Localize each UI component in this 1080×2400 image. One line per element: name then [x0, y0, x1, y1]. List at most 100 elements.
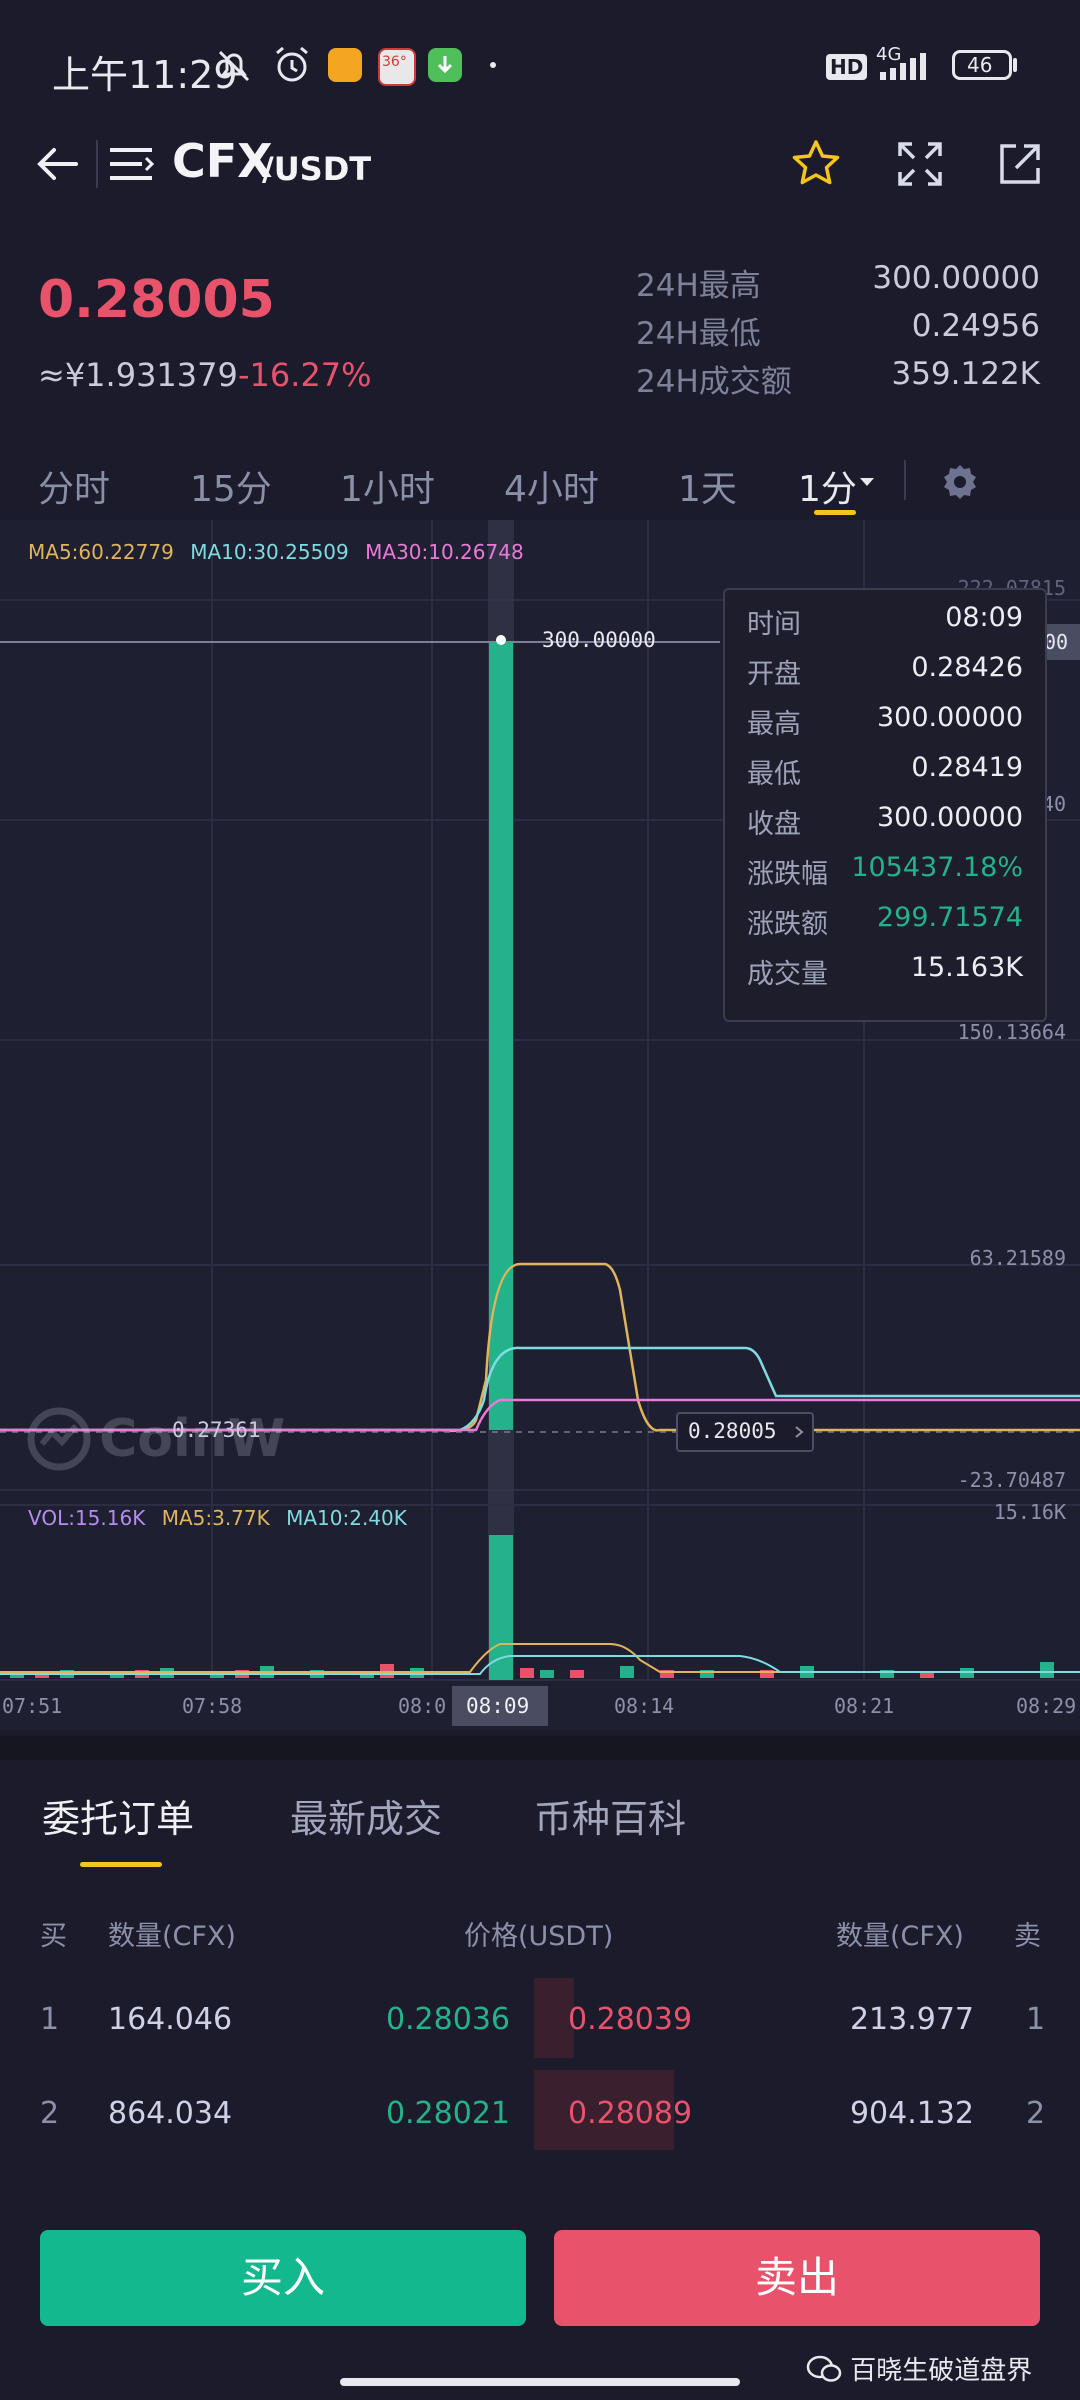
row-index-sell: 2: [1026, 2096, 1046, 2131]
header-ask-qty: 数量(CFX): [836, 1921, 964, 1952]
orderbook: 买 数量(CFX) 价格(USDT) 数量(CFX) 卖 1 164.046 0…: [0, 1880, 1080, 2210]
stat-low-label: 24H最低: [636, 316, 761, 352]
stat-turnover-value: 359.122K: [891, 356, 1040, 392]
pair-menu-icon[interactable]: [108, 142, 154, 186]
price-summary: 0.28005 ≈¥1.931379 -16.27% 24H最高 300.000…: [0, 260, 1080, 420]
price-axis-tick-5: -23.70487: [957, 1468, 1066, 1492]
tab-orderbook[interactable]: 委托订单: [42, 1788, 194, 1843]
home-indicator[interactable]: [340, 2378, 740, 2386]
buy-button[interactable]: 买入: [40, 2230, 526, 2326]
weather-app-icon: 36°: [378, 48, 416, 86]
row-index-buy: 2: [40, 2096, 60, 2131]
order-tabs: 委托订单 最新成交 币种百科: [0, 1760, 1080, 1867]
fullscreen-icon[interactable]: [896, 140, 944, 188]
dropdown-caret-icon[interactable]: [858, 476, 876, 488]
hd-badge: HD: [826, 54, 868, 80]
bid-qty: 164.046: [108, 2002, 233, 2037]
header-divider: [96, 140, 98, 188]
weather-badge-text: 36°: [382, 54, 407, 70]
vol-legend: VOL:15.16K MA5:3.77K MA10:2.40K: [28, 1506, 407, 1530]
pair-base[interactable]: CFX: [172, 134, 273, 188]
tooltip-row-volume: 成交量 15.163K: [725, 952, 1045, 1002]
download-arrow-icon: [437, 56, 453, 74]
coinw-logo-icon: [27, 1407, 91, 1471]
header-buy: 买: [40, 1921, 67, 1952]
tab-15m[interactable]: 15分: [190, 460, 272, 512]
table-row[interactable]: 2 864.034 0.28021 0.28089 904.132 2: [0, 2086, 1080, 2146]
time-axis-tick-7: 08:29: [1016, 1694, 1077, 1718]
vol-ma5-label: MA5:3.77K: [161, 1506, 270, 1530]
signal-icon: [880, 53, 926, 80]
vol-axis-max: 15.16K: [993, 1500, 1066, 1524]
battery-tip: [1013, 58, 1017, 72]
row-index-sell: 1: [1026, 2002, 1046, 2037]
stat-turnover-label: 24H成交额: [636, 364, 792, 400]
share-icon[interactable]: [996, 140, 1044, 188]
app-header: CFX /USDT: [0, 130, 1080, 230]
tooltip-label: 成交量: [747, 959, 828, 990]
vol-label: VOL:15.16K: [28, 1506, 146, 1530]
tooltip-row-change-amt: 涨跌额 299.71574: [725, 902, 1045, 952]
tooltip-value: 105437.18%: [851, 852, 1023, 883]
mute-bell-icon: [218, 50, 250, 82]
tooltip-row-low: 最低 0.28419: [725, 752, 1045, 802]
battery-icon: 46: [952, 50, 1012, 80]
ma5-label: MA5:60.22779: [28, 540, 174, 564]
tooltip-value: 08:09: [945, 602, 1023, 633]
tooltip-label: 涨跌额: [747, 909, 828, 940]
wechat-account-name: 百晓生破道盘界: [850, 2356, 1033, 2386]
gear-icon[interactable]: [940, 462, 980, 502]
ma30-label: MA30:10.26748: [365, 540, 524, 564]
sell-button[interactable]: 卖出: [554, 2230, 1040, 2326]
active-tab-underline: [814, 510, 856, 515]
row-index-buy: 1: [40, 2002, 60, 2037]
ma10-label: MA10:30.25509: [190, 540, 349, 564]
current-price-tag[interactable]: 0.28005: [676, 1412, 814, 1452]
star-icon[interactable]: [790, 138, 842, 190]
header-price: 价格(USDT): [464, 1921, 614, 1952]
wechat-icon: [806, 2355, 842, 2382]
timeframe-tabs: 分时 15分 1小时 4小时 1天 1分: [0, 440, 1080, 530]
status-time: 上午11:29: [52, 53, 238, 97]
stat-low-value: 0.24956: [911, 308, 1040, 344]
tab-4h[interactable]: 4小时: [504, 460, 599, 512]
vol-ma10-label: MA10:2.40K: [286, 1506, 407, 1530]
stat-high-label: 24H最高: [636, 268, 761, 304]
tooltip-value: 0.28426: [911, 652, 1023, 683]
price-axis-tick-3: 150.13664: [957, 1020, 1066, 1044]
tooltip-label: 开盘: [747, 659, 801, 690]
tab-1d[interactable]: 1天: [678, 460, 737, 512]
tab-coin-info[interactable]: 币种百科: [534, 1788, 686, 1843]
tooltip-row-close: 收盘 300.00000: [725, 802, 1045, 852]
crosshair-price-tag: 00: [1042, 624, 1080, 660]
bid-price: 0.28021: [385, 2096, 510, 2131]
status-dot: [490, 62, 496, 68]
tooltip-label: 涨跌幅: [747, 859, 828, 890]
order-tab-underline: [80, 1862, 162, 1867]
tabs-divider: [904, 460, 906, 500]
tooltip-row-time: 时间 08:09: [725, 602, 1045, 652]
tab-1m[interactable]: 1分: [798, 460, 857, 512]
ask-price: 0.28089: [568, 2096, 693, 2131]
tab-latest-trades[interactable]: 最新成交: [290, 1788, 442, 1843]
header-sell: 卖: [1014, 1921, 1041, 1952]
tab-timeshare[interactable]: 分时: [38, 460, 110, 512]
ma-legend: MA5:60.22779 MA10:30.25509 MA30:10.26748: [28, 540, 524, 564]
alarm-icon: [276, 46, 308, 82]
tab-1h[interactable]: 1小时: [340, 460, 435, 512]
table-row[interactable]: 1 164.046 0.28036 0.28039 213.977 1: [0, 1992, 1080, 2052]
tooltip-value: 299.71574: [876, 902, 1023, 933]
time-axis-tick-1: 07:51: [2, 1694, 63, 1718]
price-axis-tick-4: 63.21589: [969, 1246, 1066, 1270]
bid-price: 0.28036: [385, 2002, 510, 2037]
last-price: 0.28005: [38, 270, 275, 330]
ask-qty: 213.977: [849, 2002, 974, 2037]
message-app-icon: [328, 48, 362, 82]
tooltip-value: 0.28419: [911, 752, 1023, 783]
pair-quote[interactable]: /USDT: [262, 150, 371, 188]
tooltip-label: 收盘: [747, 809, 801, 840]
back-arrow-icon[interactable]: [36, 142, 80, 186]
tooltip-value: 300.00000: [876, 702, 1023, 733]
tooltip-row-high: 最高 300.00000: [725, 702, 1045, 752]
tooltip-row-open: 开盘 0.28426: [725, 652, 1045, 702]
